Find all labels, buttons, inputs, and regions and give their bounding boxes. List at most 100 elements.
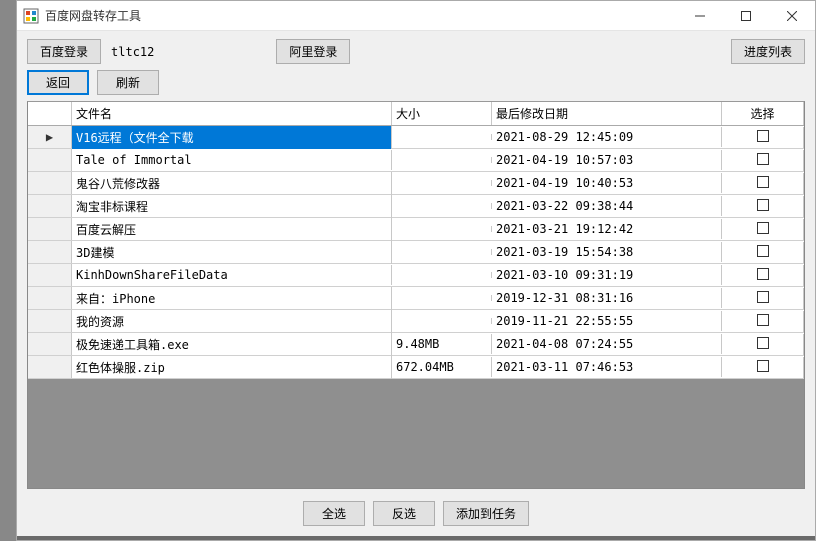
table-row[interactable]: 3D建模 2021-03-19 15:54:38 [28, 241, 804, 264]
table-row[interactable]: KinhDownShareFileData2021-03-10 09:31:19 [28, 264, 804, 287]
table-row[interactable]: 鬼谷八荒修改器 2021-04-19 10:40:53 [28, 172, 804, 195]
cell-name: 鬼谷八荒修改器 [72, 172, 392, 195]
minimize-button[interactable] [677, 1, 723, 31]
cell-date: 2021-04-19 10:57:03 [492, 150, 722, 170]
cell-select [722, 288, 804, 309]
cell-select [722, 150, 804, 171]
cell-select [722, 242, 804, 263]
row-checkbox[interactable] [757, 199, 769, 211]
cell-date: 2021-04-19 10:40:53 [492, 173, 722, 193]
grid-empty-area [28, 379, 804, 488]
cell-name: 极免速递工具箱.exe [72, 333, 392, 356]
table-row[interactable]: 红色体操服.zip672.04MB2021-03-11 07:46:53 [28, 356, 804, 379]
cell-date: 2021-03-19 15:54:38 [492, 242, 722, 262]
cell-select [722, 334, 804, 355]
cell-select [722, 357, 804, 378]
header-handle[interactable] [28, 102, 72, 125]
user-label: tltc12 [111, 45, 154, 59]
row-checkbox[interactable] [757, 176, 769, 188]
cell-name: 3D建模 [72, 241, 392, 264]
status-strip [17, 536, 815, 540]
cell-date: 2021-08-29 12:45:09 [492, 127, 722, 147]
cell-size: 9.48MB [392, 334, 492, 354]
select-all-button[interactable]: 全选 [303, 501, 365, 526]
cell-select [722, 265, 804, 286]
maximize-button[interactable] [723, 1, 769, 31]
table-row[interactable]: 来自：iPhone 2019-12-31 08:31:16 [28, 287, 804, 310]
cell-select [722, 311, 804, 332]
cell-name: 百度云解压 [72, 218, 392, 241]
cell-name: 红色体操服.zip [72, 356, 392, 379]
sub-toolbar: 返回 刷新 [17, 70, 815, 101]
cell-date: 2021-03-21 19:12:42 [492, 219, 722, 239]
top-toolbar: 百度登录 tltc12 阿里登录 进度列表 [17, 31, 815, 70]
row-checkbox[interactable] [757, 337, 769, 349]
row-indicator [28, 264, 72, 286]
header-name[interactable]: 文件名 [72, 102, 392, 125]
row-indicator [28, 172, 72, 194]
close-button[interactable] [769, 1, 815, 31]
app-icon [23, 8, 39, 24]
row-indicator [28, 287, 72, 309]
cell-select [722, 196, 804, 217]
header-select[interactable]: 选择 [722, 102, 804, 125]
cell-name: 我的资源 [72, 310, 392, 333]
cell-name: 淘宝非标课程 [72, 195, 392, 218]
cell-size [392, 226, 492, 232]
row-checkbox[interactable] [757, 130, 769, 142]
table-row[interactable]: Tale of Immortal 2021-04-19 10:57:03 [28, 149, 804, 172]
row-checkbox[interactable] [757, 291, 769, 303]
row-checkbox[interactable] [757, 222, 769, 234]
row-indicator [28, 356, 72, 378]
refresh-button[interactable]: 刷新 [97, 70, 159, 95]
cell-size [392, 157, 492, 163]
table-row[interactable]: 百度云解压 2021-03-21 19:12:42 [28, 218, 804, 241]
cell-date: 2021-03-11 07:46:53 [492, 357, 722, 377]
row-checkbox[interactable] [757, 153, 769, 165]
table-row[interactable]: 淘宝非标课程 2021-03-22 09:38:44 [28, 195, 804, 218]
cell-name: 来自：iPhone [72, 287, 392, 310]
cell-name: KinhDownShareFileData [72, 265, 392, 285]
add-to-task-button[interactable]: 添加到任务 [443, 501, 529, 526]
row-indicator [28, 241, 72, 263]
cell-date: 2021-03-22 09:38:44 [492, 196, 722, 216]
file-grid: 文件名 大小 最后修改日期 选择 ▶V16远程（文件全下载 2021-08-29 … [27, 101, 805, 489]
cell-name: V16远程（文件全下载 [72, 126, 392, 149]
cell-date: 2021-04-08 07:24:55 [492, 334, 722, 354]
invert-selection-button[interactable]: 反选 [373, 501, 435, 526]
row-indicator [28, 310, 72, 332]
cell-size [392, 318, 492, 324]
cell-size [392, 249, 492, 255]
window-title: 百度网盘转存工具 [45, 7, 141, 24]
row-indicator [28, 149, 72, 171]
cell-date: 2019-11-21 22:55:55 [492, 311, 722, 331]
cell-select [722, 219, 804, 240]
grid-header: 文件名 大小 最后修改日期 选择 [28, 102, 804, 126]
row-checkbox[interactable] [757, 245, 769, 257]
row-checkbox[interactable] [757, 314, 769, 326]
window-controls [677, 1, 815, 31]
table-row[interactable]: ▶V16远程（文件全下载 2021-08-29 12:45:09 [28, 126, 804, 149]
table-row[interactable]: 极免速递工具箱.exe9.48MB2021-04-08 07:24:55 [28, 333, 804, 356]
cell-date: 2019-12-31 08:31:16 [492, 288, 722, 308]
cell-size [392, 180, 492, 186]
cell-select [722, 127, 804, 148]
row-indicator [28, 218, 72, 240]
cell-size: 672.04MB [392, 357, 492, 377]
titlebar: 百度网盘转存工具 [17, 1, 815, 31]
cell-name: Tale of Immortal [72, 150, 392, 170]
header-date[interactable]: 最后修改日期 [492, 102, 722, 125]
row-checkbox[interactable] [757, 360, 769, 372]
progress-list-button[interactable]: 进度列表 [731, 39, 805, 64]
cell-size [392, 134, 492, 140]
baidu-login-button[interactable]: 百度登录 [27, 39, 101, 64]
row-checkbox[interactable] [757, 268, 769, 280]
header-size[interactable]: 大小 [392, 102, 492, 125]
ali-login-button[interactable]: 阿里登录 [276, 39, 350, 64]
row-indicator [28, 333, 72, 355]
footer-toolbar: 全选 反选 添加到任务 [17, 495, 815, 536]
row-indicator: ▶ [28, 126, 72, 148]
table-row[interactable]: 我的资源 2019-11-21 22:55:55 [28, 310, 804, 333]
back-button[interactable]: 返回 [27, 70, 89, 95]
cell-size [392, 272, 492, 278]
